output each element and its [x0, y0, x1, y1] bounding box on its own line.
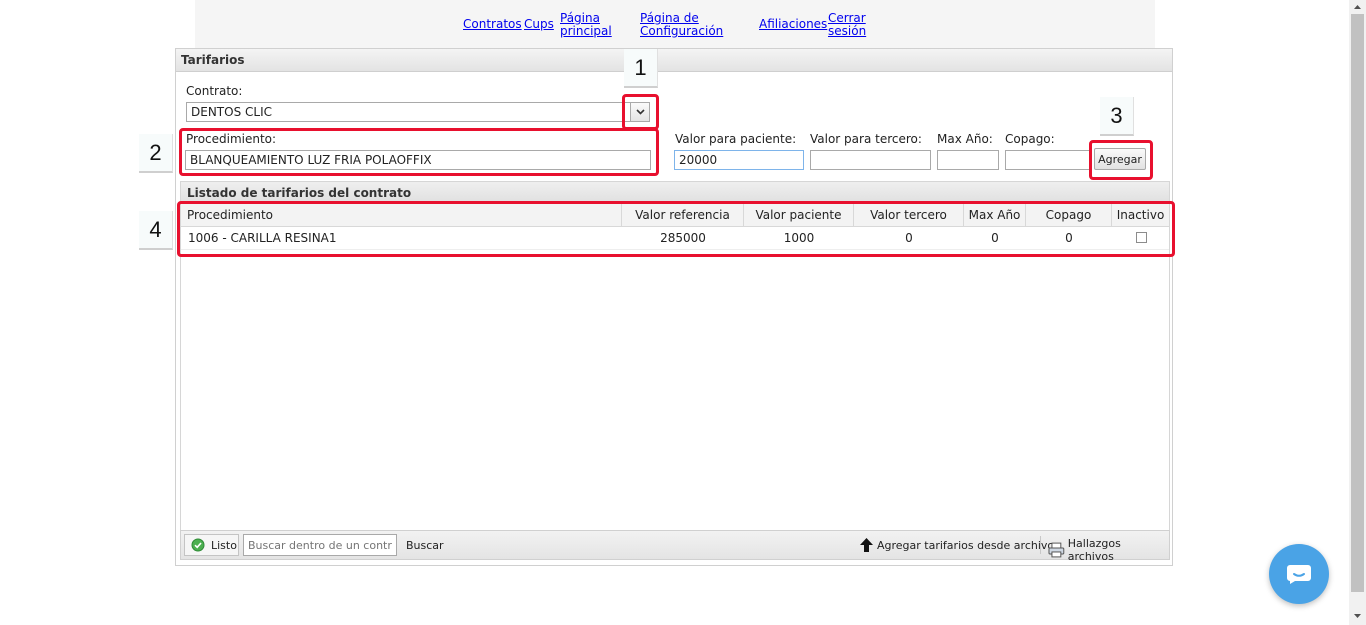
copago-input[interactable]: [1005, 150, 1091, 170]
valor-tercero-label: Valor para tercero:: [810, 132, 922, 146]
chat-icon: [1287, 565, 1311, 584]
nav-link-line: sesión: [828, 24, 867, 38]
hallazgos-archivos-button[interactable]: Hallazgos archivos: [1048, 537, 1169, 563]
buscar-button[interactable]: Buscar: [406, 539, 444, 552]
arrow-up-icon: [860, 538, 873, 552]
scroll-up-icon[interactable]: [1349, 1, 1366, 13]
scrollbar-thumb[interactable]: [1351, 14, 1364, 592]
nav-link-line: Cerrar: [828, 11, 866, 25]
nav-link-line: Configuración: [640, 24, 724, 38]
nav-contratos-link[interactable]: Contratos: [463, 18, 522, 31]
panel-title-bar: Tarifarios: [176, 49, 1172, 72]
grid-caption-text: Listado de tarifarios del contrato: [187, 186, 412, 200]
nav-link-line: Página de: [640, 11, 699, 25]
annotation-box-2: [179, 128, 659, 176]
valor-paciente-input[interactable]: 20000: [674, 150, 804, 170]
callout-1: 1: [624, 49, 658, 88]
nav-link-line: Página: [560, 11, 600, 25]
copago-label: Copago:: [1005, 132, 1055, 146]
valor-tercero-input[interactable]: [810, 150, 931, 170]
contrato-combo[interactable]: DENTOS CLIC: [186, 102, 632, 122]
status-indicator: Listo: [184, 534, 239, 556]
nav-pagina-configuracion-link[interactable]: Página de Configuración: [640, 12, 723, 38]
callout-2: 2: [139, 134, 173, 173]
nav-cups-link[interactable]: Cups: [524, 18, 554, 31]
grid-footer-bar: Listo Buscar Agregar tarifarios desde ar…: [180, 530, 1170, 563]
callout-4: 4: [139, 211, 173, 250]
nav-afiliaciones-link[interactable]: Afiliaciones: [759, 18, 827, 31]
max-anio-label: Max Año:: [937, 132, 993, 146]
agregar-desde-archivo-button[interactable]: Agregar tarifarios desde archivo: [859, 537, 1054, 553]
grid-search-input[interactable]: [243, 534, 397, 556]
page-scrollbar[interactable]: [1349, 0, 1366, 625]
annotation-box-4: [177, 201, 1175, 257]
panel-title: Tarifarios: [181, 53, 245, 67]
scroll-down-icon[interactable]: [1349, 610, 1366, 622]
nav-pagina-principal-link[interactable]: Página principal: [560, 12, 612, 38]
hallazgos-archivos-label: Hallazgos archivos: [1067, 537, 1121, 563]
nav-cerrar-sesion-link[interactable]: Cerrar sesión: [828, 12, 866, 38]
chat-widget-button[interactable]: [1269, 544, 1329, 604]
status-text: Listo: [211, 538, 237, 552]
annotation-box-1: [622, 94, 659, 130]
agregar-desde-archivo-label: Agregar tarifarios desde archivo: [877, 538, 1055, 552]
nav-link-line: principal: [560, 24, 612, 38]
check-circle-icon: [191, 538, 205, 552]
max-anio-input[interactable]: [937, 150, 999, 170]
callout-3: 3: [1100, 97, 1134, 136]
footer-divider: [1040, 536, 1041, 554]
valor-paciente-label: Valor para paciente:: [675, 132, 797, 146]
annotation-box-3: [1089, 140, 1153, 180]
contrato-label: Contrato:: [186, 84, 243, 98]
printer-icon: [1048, 542, 1065, 558]
